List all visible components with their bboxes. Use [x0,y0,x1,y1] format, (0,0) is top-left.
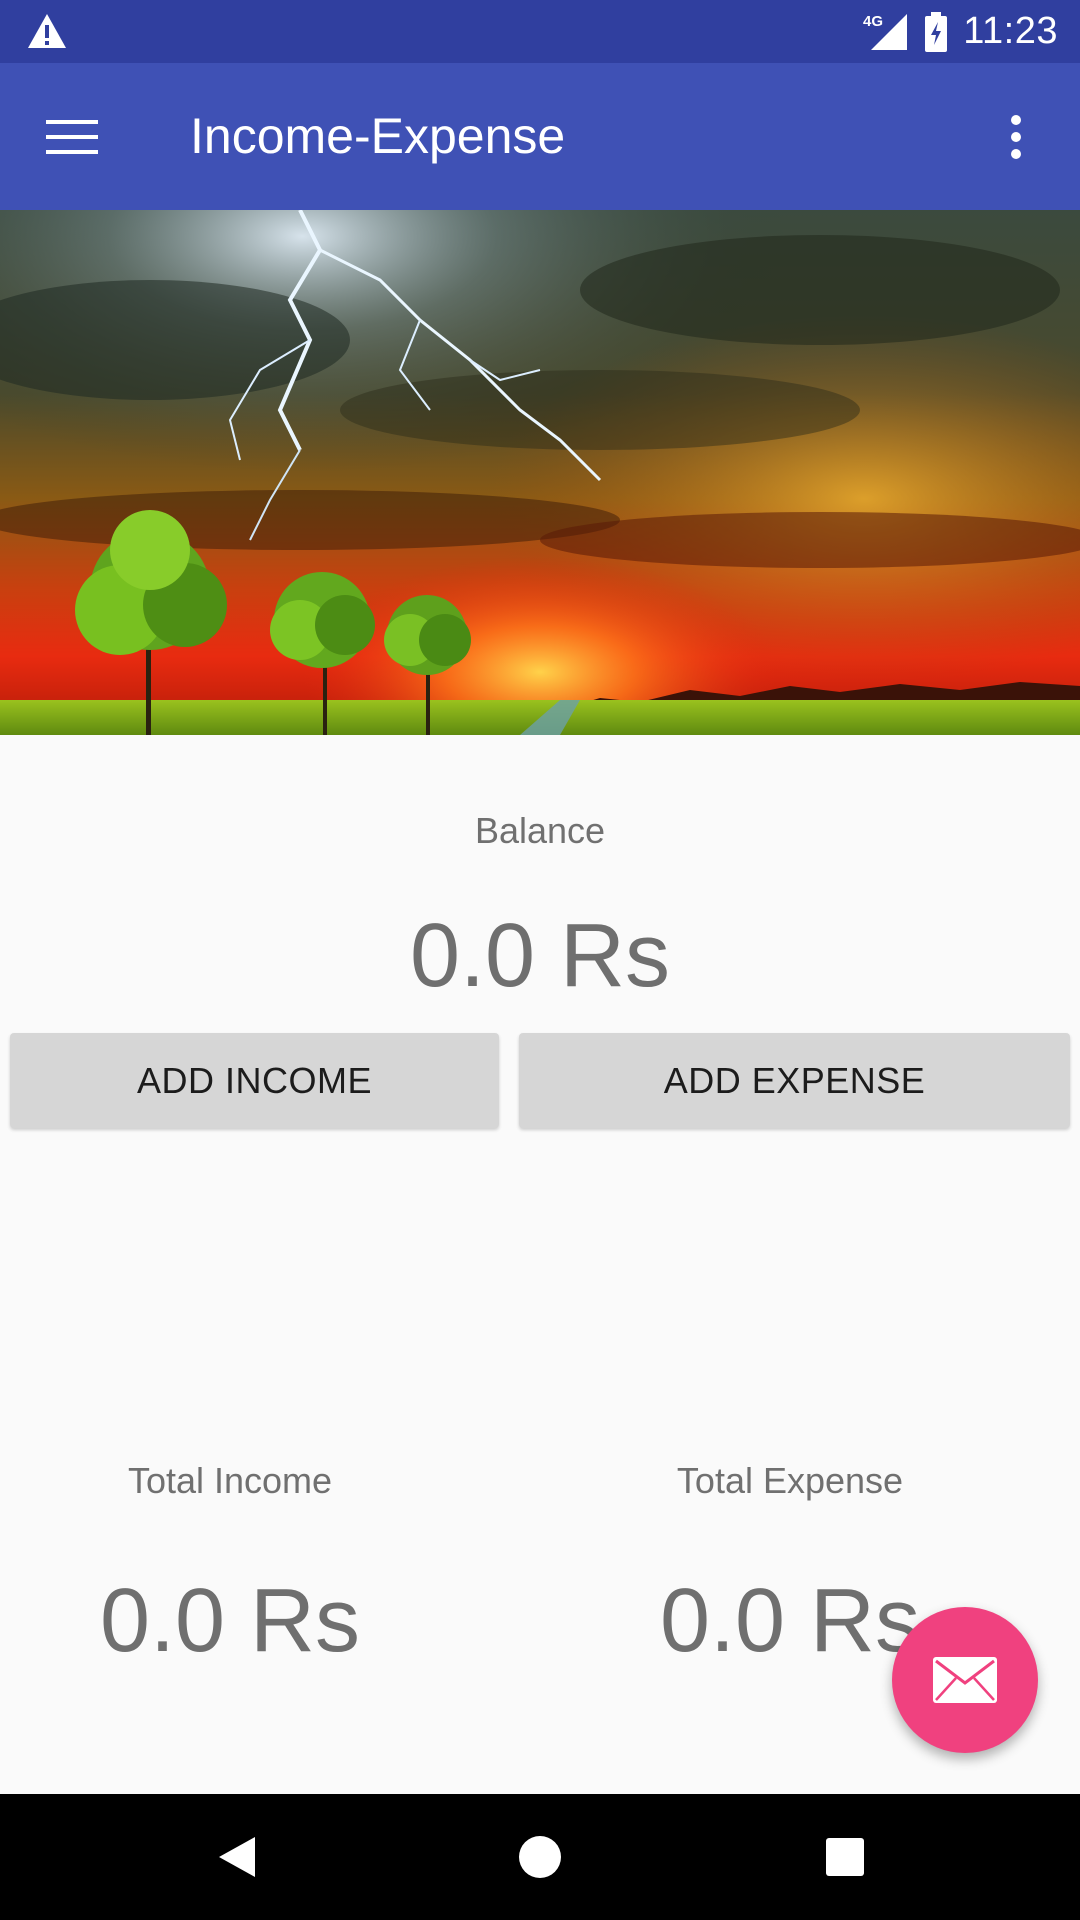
hamburger-menu-button[interactable] [30,95,114,179]
warning-icon [28,14,66,48]
app-title: Income-Expense [190,108,566,164]
back-button[interactable] [192,1812,282,1902]
storm-sunset-landscape-image [0,210,1080,735]
hamburger-menu-icon [46,120,98,154]
add-income-button[interactable]: ADD INCOME [10,1033,499,1128]
signal-icon: 4G [863,13,908,50]
back-icon [219,1837,255,1877]
status-time: 11:23 [963,10,1058,52]
total-expense-label: Total Expense [676,1460,904,1501]
home-button[interactable] [495,1812,585,1902]
recents-button[interactable] [800,1812,890,1902]
battery-charging-icon [925,11,948,52]
navigation-bar [0,1794,1080,1920]
add-expense-button[interactable]: ADD EXPENSE [519,1033,1070,1128]
balance-value: 0.0 Rs [409,906,671,1006]
total-income-label: Total Income [127,1460,333,1501]
status-bar: 4G 11:23 [0,0,1080,63]
more-vert-icon [1011,115,1021,159]
status-icons: 4G 11:23 [863,0,1058,63]
mail-fab-button[interactable] [892,1607,1038,1753]
app-bar: Income-Expense [0,63,1080,210]
recents-icon [826,1838,864,1876]
network-type-label: 4G [863,13,883,30]
mail-icon [933,1657,997,1703]
balance-label: Balance [474,810,606,851]
total-income-value: 0.0 Rs [99,1571,361,1671]
home-icon [519,1836,561,1878]
overflow-menu-button[interactable] [974,95,1058,179]
header-image [0,210,1080,735]
